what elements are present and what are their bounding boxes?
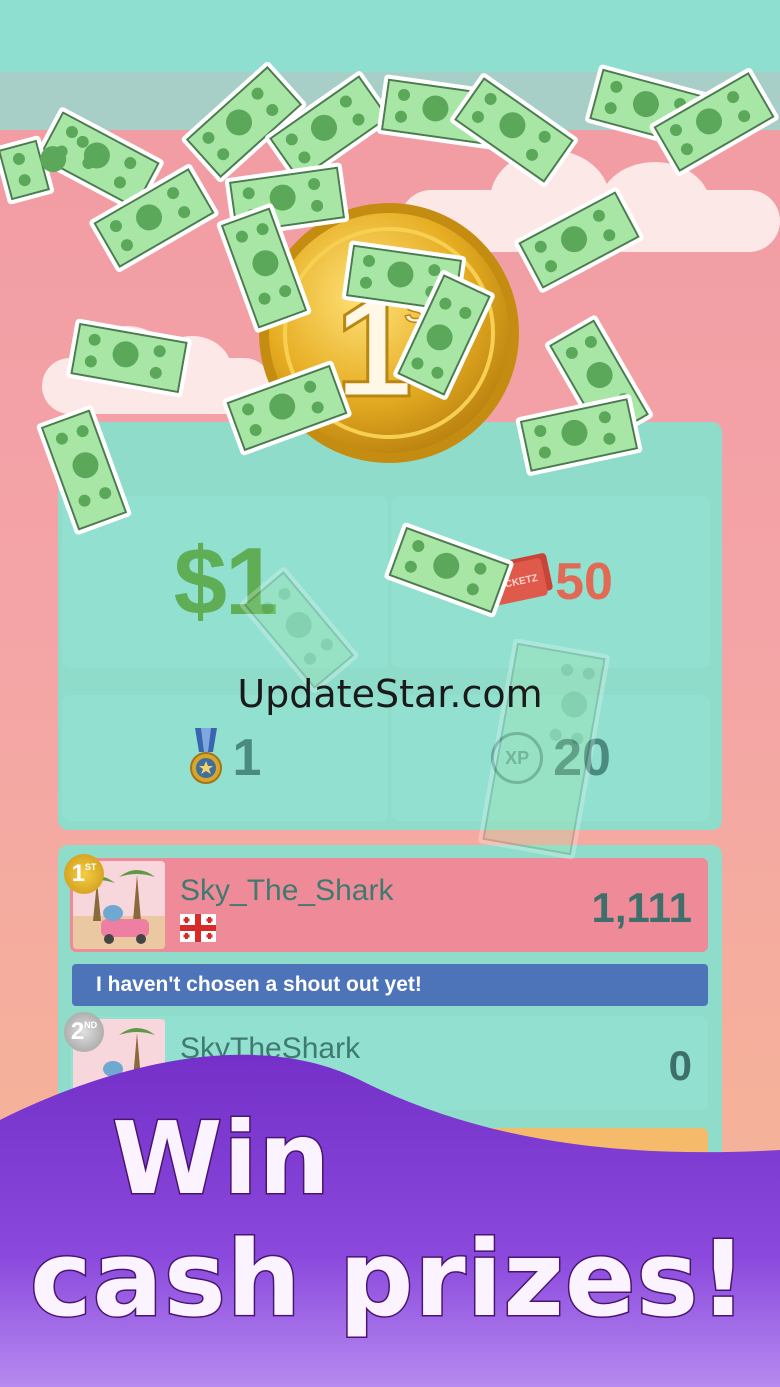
rank-number: 1 <box>71 860 85 887</box>
promo-headline: Win <box>111 1099 332 1219</box>
rank-badge-first: 1 ST <box>64 854 104 894</box>
player-name: Sky_The_Shark <box>180 874 394 907</box>
rank-suffix: ST <box>84 862 97 872</box>
leaderboard-row[interactable]: Sky_The_Shark 1,111 <box>70 858 708 952</box>
tickets-amount: 50 <box>555 553 613 611</box>
shout-out-banner: I haven't chosen a shout out yet! <box>72 964 708 1006</box>
player-score: 1,111 <box>591 884 692 931</box>
rank-suffix: ND <box>84 1020 98 1030</box>
promo-subheadline: cash prizes! <box>29 1217 749 1342</box>
top-bar <box>0 0 780 72</box>
flag-icon <box>180 914 216 942</box>
medal-count: 1 <box>232 729 262 787</box>
watermark: UpdateStar.com <box>237 672 543 716</box>
medal-icon <box>189 728 222 784</box>
